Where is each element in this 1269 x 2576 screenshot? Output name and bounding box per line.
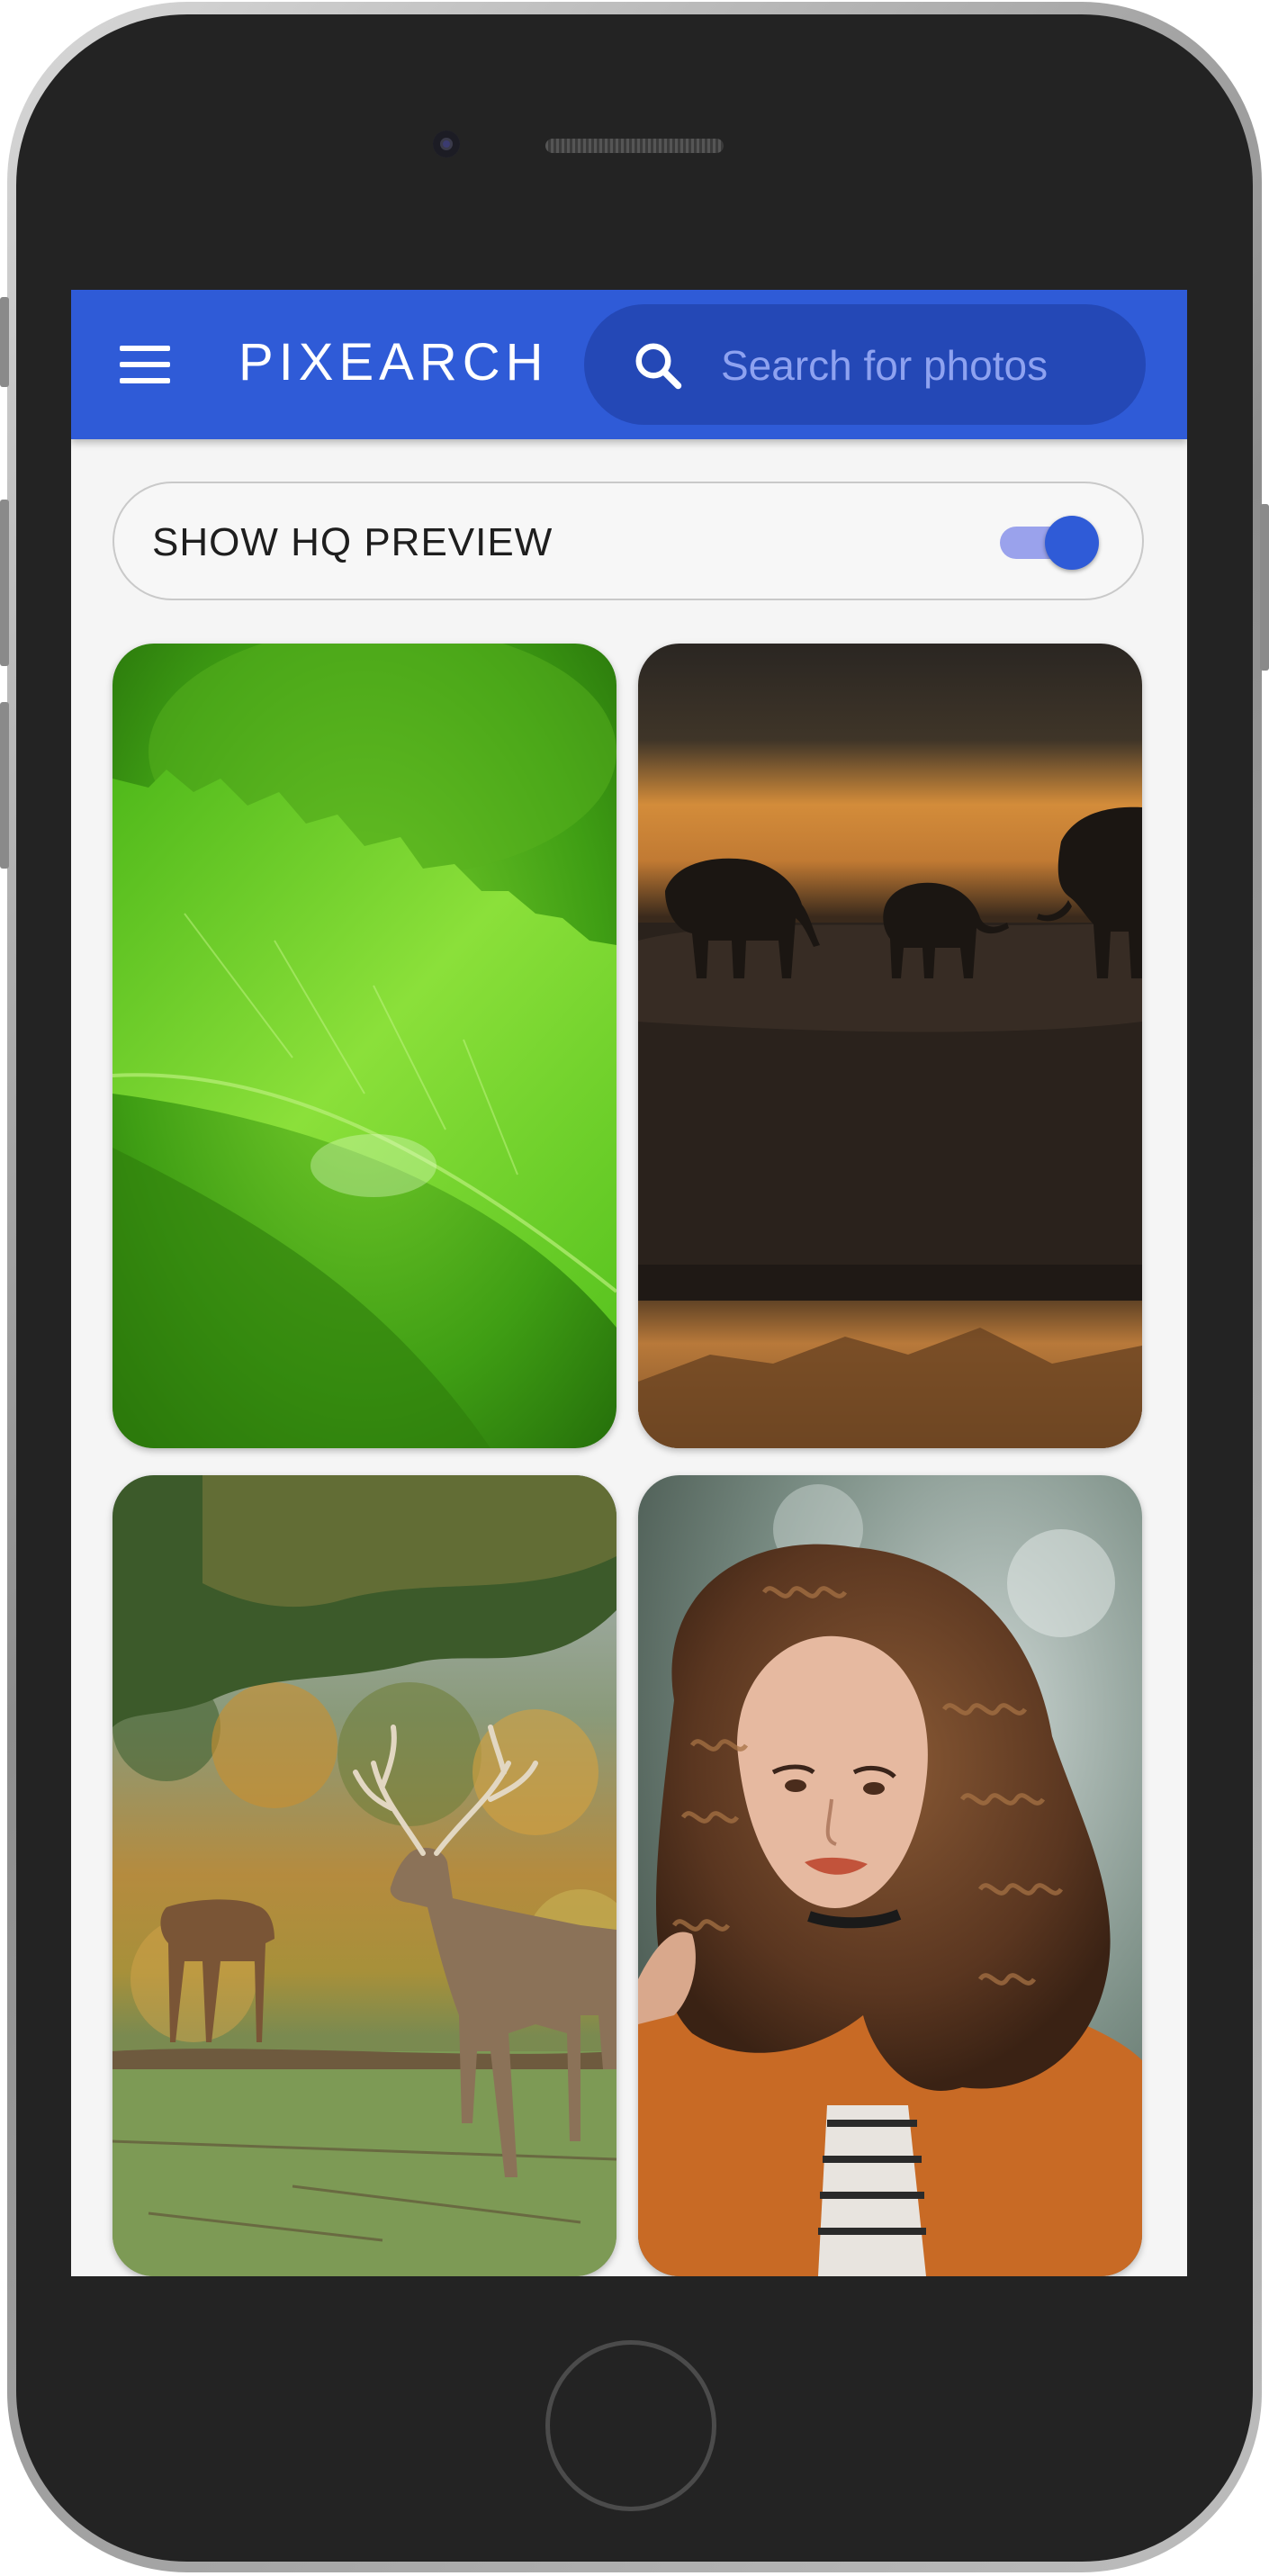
menu-icon[interactable] [120, 346, 170, 383]
photo-card-leaf[interactable] [112, 644, 616, 1448]
deer-photo [112, 1475, 616, 2276]
app-title: PIXEARCH [238, 333, 549, 392]
portrait-photo [638, 1475, 1142, 2276]
photo-card-elephants[interactable] [638, 644, 1142, 1448]
search-bar[interactable] [584, 304, 1146, 425]
hq-preview-toggle[interactable] [996, 516, 1102, 570]
photo-card-portrait[interactable] [638, 1475, 1142, 2276]
earpiece-speaker [545, 139, 724, 153]
power-button [1260, 504, 1269, 671]
elephants-photo [638, 644, 1142, 1448]
volume-up-button [0, 500, 9, 666]
photo-card-deer[interactable] [112, 1475, 616, 2276]
app-bar: PIXEARCH [71, 290, 1187, 439]
mute-switch [0, 297, 9, 387]
hq-preview-setting: SHOW HQ PREVIEW [112, 482, 1144, 600]
toggle-thumb [1045, 516, 1099, 570]
hq-preview-label: SHOW HQ PREVIEW [152, 520, 554, 564]
leaf-photo [112, 644, 616, 1448]
app-screen: PIXEARCH SHOW HQ PREVIEW [71, 290, 1187, 2276]
home-button[interactable] [545, 2340, 716, 2511]
volume-down-button [0, 702, 9, 869]
front-camera [433, 131, 460, 158]
search-input[interactable] [719, 335, 1074, 396]
search-icon[interactable] [631, 338, 685, 392]
